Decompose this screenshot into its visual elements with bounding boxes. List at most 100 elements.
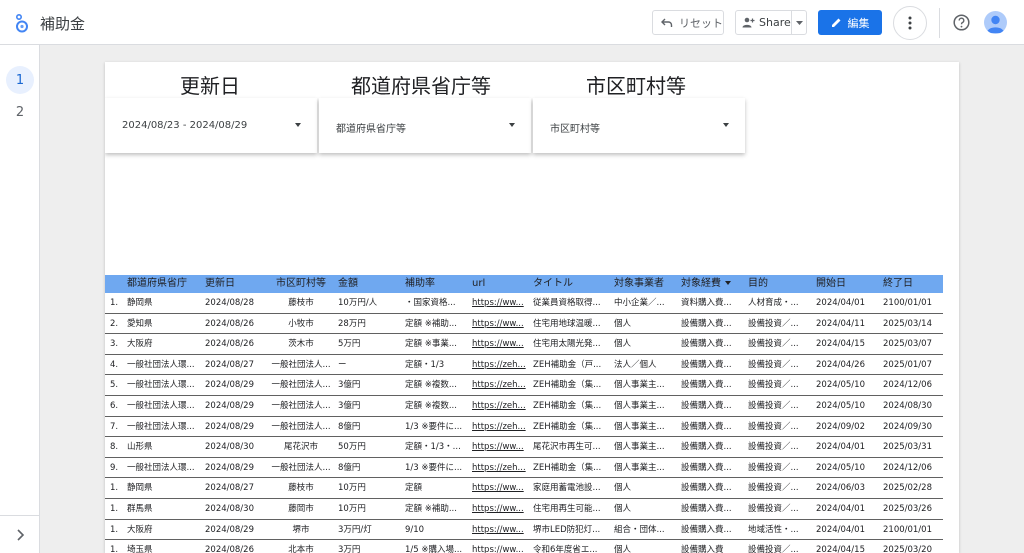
table-row[interactable]: 6. 一般社団法人環... 2024/08/29 一般社団法人... 3億円 定額 ※複数… bbox=[105, 396, 943, 417]
cell-url[interactable]: https://ww... bbox=[468, 520, 529, 540]
more-options-button[interactable] bbox=[893, 6, 927, 40]
row-index: 2. bbox=[110, 318, 119, 329]
table-row[interactable]: 1. 静岡県 2024/08/28 藤枝市 10万円/人 ・国家資格... https://… bbox=[105, 293, 943, 314]
table-row[interactable]: 9. 一般社団法人環... 2024/08/29 一般社団法人... 8億円 1/3 ※要… bbox=[105, 458, 943, 479]
cell-prefecture: 一般社団法人環... bbox=[127, 421, 195, 432]
cell-purpose: 設備投資／... bbox=[748, 400, 799, 411]
cell-target-expense: 設備購入費... bbox=[681, 380, 732, 391]
municipality-filter[interactable]: 市区町村等 bbox=[533, 98, 745, 153]
prefecture-filter[interactable]: 都道府県省庁等 bbox=[319, 98, 531, 153]
column-header-target-expense[interactable]: 対象経費 bbox=[677, 275, 744, 293]
table-row[interactable]: 2. 愛知県 2024/08/26 小牧市 28万円 定額 ※補助... https://w… bbox=[105, 314, 943, 335]
cell-municipality: 一般社団法人... bbox=[271, 421, 331, 432]
cell-start-date: 2024/09/02 bbox=[816, 421, 865, 432]
table-row[interactable]: 1. 静岡県 2024/08/27 藤枝市 10万円 定額 https://ww... 家庭用… bbox=[105, 478, 943, 499]
column-header-municipality[interactable]: 市区町村等 bbox=[268, 275, 334, 293]
cell-title: 従業員資格取得... bbox=[533, 298, 601, 308]
cell-url[interactable]: https://ww... bbox=[468, 293, 529, 313]
reset-button[interactable]: リセット bbox=[652, 10, 724, 35]
cell-amount: 3万円/灯 bbox=[338, 524, 372, 535]
table-row[interactable]: 7. 一般社団法人環... 2024/08/29 一般社団法人... 8億円 1/3 ※要… bbox=[105, 417, 943, 438]
cell-target-business: 個人事業主... bbox=[614, 442, 665, 453]
cell-url[interactable]: https://ww... bbox=[468, 314, 529, 334]
cell-target-expense: 設備購入費... bbox=[681, 318, 732, 329]
column-header-end-date[interactable]: 終了日 bbox=[879, 275, 943, 293]
table-row[interactable]: 5. 一般社団法人環... 2024/08/29 一般社団法人... 3億円 定額 ※複数… bbox=[105, 375, 943, 396]
cell-purpose: 設備投資／... bbox=[748, 545, 799, 553]
cell-title: ZEH補助金（戸... bbox=[533, 359, 602, 370]
cell-target-business: 個人 bbox=[614, 503, 632, 514]
column-header-update-date[interactable]: 更新日 bbox=[201, 275, 268, 293]
share-button[interactable]: Share bbox=[736, 11, 793, 34]
cell-amount: 10万円/人 bbox=[338, 298, 378, 308]
column-header-url[interactable]: url bbox=[468, 275, 529, 293]
cell-prefecture: 埼玉県 bbox=[127, 545, 153, 553]
table-row[interactable]: 1. 群馬県 2024/08/30 藤岡市 10万円 定額 ※補助... https://w… bbox=[105, 499, 943, 520]
edit-button[interactable]: 編集 bbox=[818, 10, 882, 35]
cell-end-date: 2024/08/30 bbox=[883, 400, 932, 411]
reset-label: リセット bbox=[679, 16, 723, 30]
row-index: 1. bbox=[110, 524, 119, 535]
cell-amount: 28万円 bbox=[338, 318, 366, 329]
report-title[interactable]: 補助金 bbox=[40, 13, 85, 34]
cell-target-business: 個人 bbox=[614, 483, 632, 494]
avatar[interactable] bbox=[984, 11, 1007, 34]
cell-purpose: 設備投資／... bbox=[748, 339, 799, 350]
column-header-label: 対象経費 bbox=[681, 278, 721, 289]
cell-url[interactable]: https://ww... bbox=[468, 437, 529, 457]
cell-url[interactable]: https://zeh... bbox=[468, 355, 529, 375]
cell-url[interactable]: https://ww... bbox=[468, 334, 529, 354]
cell-target-business: 個人 bbox=[614, 339, 632, 350]
cell-title: ZEH補助金（集... bbox=[533, 400, 602, 411]
cell-target-business: 個人 bbox=[614, 318, 632, 329]
cell-subsidy-rate: 1/3 ※要件に... bbox=[405, 462, 463, 473]
share-dropdown-button[interactable] bbox=[792, 11, 806, 34]
cell-start-date: 2024/04/01 bbox=[816, 298, 865, 308]
dropdown-caret-icon bbox=[723, 123, 729, 127]
more-vert-icon bbox=[908, 16, 912, 30]
row-index: 3. bbox=[110, 339, 119, 350]
cell-prefecture: 山形県 bbox=[127, 442, 153, 453]
cell-url[interactable]: https://ww... bbox=[468, 540, 529, 553]
table-row[interactable]: 1. 大阪府 2024/08/29 堺市 3万円/灯 9/10 https://ww... 堺… bbox=[105, 520, 943, 541]
cell-prefecture: 大阪府 bbox=[127, 339, 153, 350]
cell-prefecture: 一般社団法人環... bbox=[127, 380, 195, 391]
cell-municipality: 北本市 bbox=[288, 545, 314, 553]
column-header-amount[interactable]: 金額 bbox=[334, 275, 401, 293]
looker-studio-icon[interactable] bbox=[14, 13, 30, 33]
cell-url[interactable]: https://zeh... bbox=[468, 375, 529, 395]
cell-url[interactable]: https://zeh... bbox=[468, 417, 529, 437]
cell-subsidy-rate: 定額・1/3・... bbox=[405, 442, 461, 453]
row-index: 9. bbox=[110, 462, 119, 473]
cell-title: ZEH補助金（集... bbox=[533, 380, 602, 391]
cell-end-date: 2100/01/01 bbox=[883, 524, 932, 535]
column-header-subsidy-rate[interactable]: 補助率 bbox=[401, 275, 468, 293]
help-icon[interactable] bbox=[953, 14, 970, 31]
row-index: 1. bbox=[110, 545, 119, 553]
cell-amount: 3億円 bbox=[338, 400, 361, 411]
page-1-button[interactable]: 1 bbox=[6, 66, 34, 94]
column-header-target-business[interactable]: 対象事業者 bbox=[610, 275, 677, 293]
cell-end-date: 2025/03/31 bbox=[883, 442, 932, 453]
table-row[interactable]: 8. 山形県 2024/08/30 尾花沢市 50万円 定額・1/3・... https:/… bbox=[105, 437, 943, 458]
column-header-start-date[interactable]: 開始日 bbox=[812, 275, 879, 293]
cell-url[interactable]: https://ww... bbox=[468, 478, 529, 498]
table-row[interactable]: 4. 一般社団法人環... 2024/08/27 一般社団法人... ー 定額・1/3 ht… bbox=[105, 355, 943, 376]
column-header-purpose[interactable]: 目的 bbox=[744, 275, 812, 293]
dropdown-caret-icon bbox=[295, 123, 301, 127]
sort-desc-icon bbox=[725, 281, 731, 285]
cell-url[interactable]: https://zeh... bbox=[468, 396, 529, 416]
cell-prefecture: 大阪府 bbox=[127, 524, 153, 535]
cell-municipality: 小牧市 bbox=[288, 318, 314, 329]
cell-url[interactable]: https://ww... bbox=[468, 499, 529, 519]
table-row[interactable]: 3. 大阪府 2024/08/26 茨木市 5万円 定額 ※事業... https://ww… bbox=[105, 334, 943, 355]
column-header-prefecture[interactable]: 都道府県省庁 bbox=[123, 275, 201, 293]
cell-purpose: 設備投資／... bbox=[748, 503, 799, 514]
page-2-button[interactable]: 2 bbox=[6, 98, 34, 126]
chevron-right-icon[interactable] bbox=[12, 527, 28, 543]
row-index: 1. bbox=[110, 483, 119, 494]
date-range-filter[interactable]: 2024/08/23 - 2024/08/29 bbox=[105, 98, 317, 153]
cell-url[interactable]: https://zeh... bbox=[468, 458, 529, 478]
column-header-title[interactable]: タイトル bbox=[529, 275, 610, 293]
table-row[interactable]: 1. 埼玉県 2024/08/26 北本市 3万円 1/5 ※購入場... https://… bbox=[105, 540, 943, 553]
